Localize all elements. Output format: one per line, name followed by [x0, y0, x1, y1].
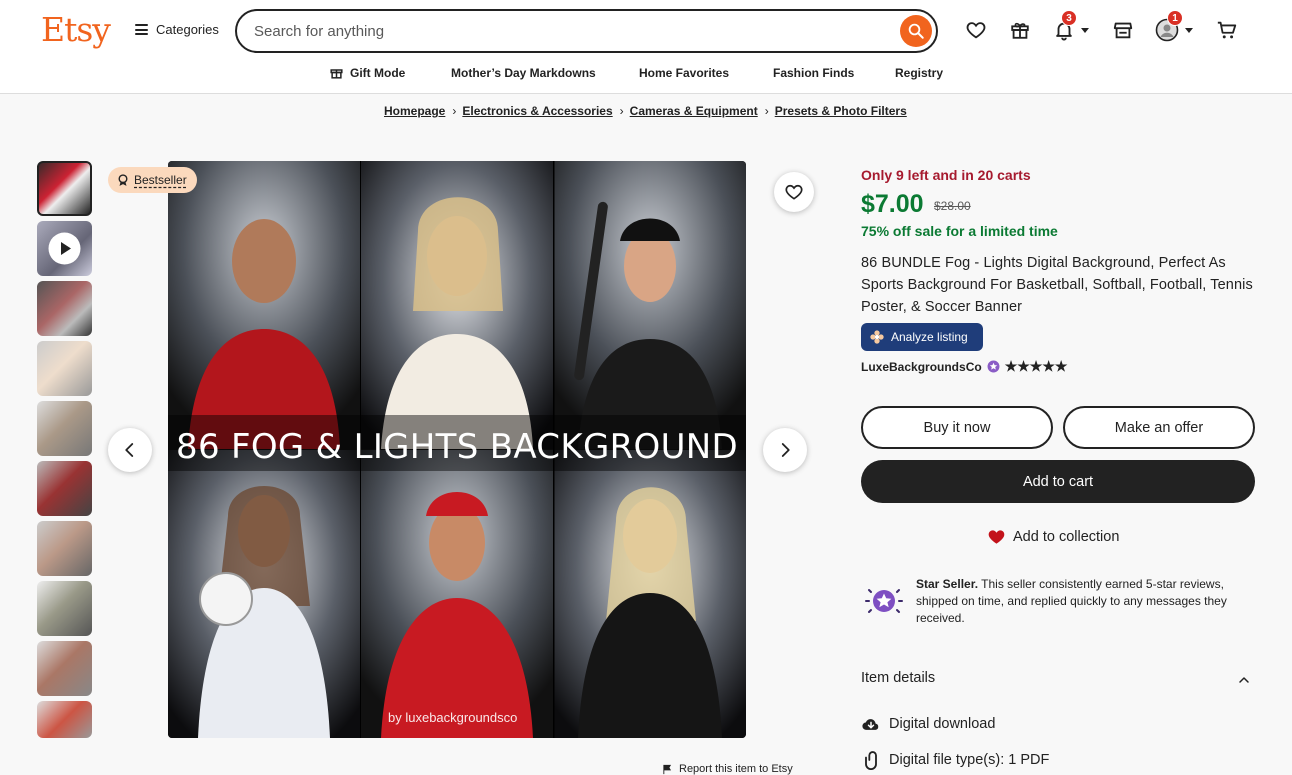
nav-home-favorites[interactable]: Home Favorites	[639, 66, 729, 80]
account-button[interactable]: 1	[1155, 10, 1183, 42]
buy-now-button[interactable]: Buy it now	[861, 406, 1053, 449]
cloud-download-icon	[862, 719, 879, 730]
digital-download-row: Digital download	[861, 714, 995, 734]
price: $7.00	[861, 190, 924, 218]
analyze-listing-button[interactable]: Analyze listing	[861, 323, 983, 351]
chevron-down-icon[interactable]	[1185, 28, 1193, 33]
add-to-collection-label: Add to collection	[1013, 528, 1120, 545]
chevron-right-icon	[781, 443, 790, 457]
favorites-button[interactable]	[964, 18, 988, 42]
chevron-left-icon	[125, 443, 134, 457]
gift-icon	[330, 69, 343, 79]
nav-gift-mode[interactable]: Gift Mode	[350, 66, 405, 80]
paperclip-icon	[865, 751, 877, 770]
chevron-right-icon: ›	[619, 104, 624, 118]
bestseller-badge[interactable]: Bestseller	[108, 167, 197, 193]
product-title: 86 BUNDLE Fog - Lights Digital Backgroun…	[861, 255, 1253, 315]
favorite-button[interactable]	[774, 172, 814, 212]
thumbnail-5[interactable]	[37, 401, 92, 456]
shop-name[interactable]: LuxeBackgroundsCo	[861, 360, 982, 374]
star-seller-text: Star Seller. This seller consistently ea…	[916, 576, 1261, 627]
thumbnail-6[interactable]	[37, 461, 92, 516]
report-link[interactable]: Report this item to Etsy	[662, 763, 793, 775]
stock-notice: Only 9 left and in 20 carts	[861, 167, 1031, 183]
store-icon	[1113, 22, 1133, 39]
rating-stars: ★★★★★	[1004, 358, 1068, 374]
gift-icon	[1011, 22, 1029, 39]
report-label: Report this item to Etsy	[679, 763, 793, 775]
chevron-down-icon[interactable]	[1081, 28, 1089, 33]
item-details-label: Item details	[861, 670, 936, 686]
digital-download-label: Digital download	[889, 716, 996, 732]
categories-label: Categories	[156, 22, 219, 37]
star-seller-icon	[987, 360, 1000, 373]
previous-image-button[interactable]	[108, 428, 152, 472]
etsy-logo[interactable]: Etsy	[41, 10, 111, 49]
search-icon	[908, 23, 924, 39]
add-to-cart-button[interactable]: Add to cart	[861, 460, 1255, 503]
thumbnail-10[interactable]	[37, 701, 92, 738]
nav-fashion-finds[interactable]: Fashion Finds	[773, 66, 854, 80]
categories-button[interactable]: Categories	[135, 22, 219, 37]
breadcrumb-cameras[interactable]: Cameras & Equipment	[630, 104, 758, 118]
sale-notice: 75% off sale for a limited time	[861, 223, 1058, 239]
next-image-button[interactable]	[763, 428, 807, 472]
heart-filled-icon	[988, 530, 1005, 544]
search-button[interactable]	[900, 15, 932, 47]
original-price: $28.00	[934, 199, 971, 213]
site-header: Etsy Categories 3 1 Gift Mode Mother’s D…	[0, 0, 1292, 94]
sub-navigation: Gift Mode Mother’s Day Markdowns Home Fa…	[0, 64, 1292, 82]
chevron-right-icon: ›	[764, 104, 769, 118]
flower-icon	[870, 330, 884, 344]
bestseller-label: Bestseller	[134, 173, 187, 187]
menu-icon	[135, 24, 148, 35]
breadcrumb-electronics[interactable]: Electronics & Accessories	[462, 104, 612, 118]
search-bar	[235, 9, 938, 53]
flag-icon	[663, 764, 672, 774]
play-icon	[48, 232, 81, 265]
image-watermark: by luxebackgroundsco	[388, 710, 518, 725]
thumbnail-7[interactable]	[37, 521, 92, 576]
award-icon	[118, 174, 128, 186]
analyze-listing-label: Analyze listing	[891, 330, 968, 344]
notifications-button[interactable]: 3	[1052, 10, 1077, 42]
thumbnail-4[interactable]	[37, 341, 92, 396]
thumbnail-9[interactable]	[37, 641, 92, 696]
account-badge: 1	[1167, 10, 1183, 26]
breadcrumb-homepage[interactable]: Homepage	[384, 104, 445, 118]
breadcrumb-presets[interactable]: Presets & Photo Filters	[775, 104, 907, 118]
shop-manager-button[interactable]	[1111, 18, 1135, 42]
item-details-header[interactable]: Item details	[861, 670, 1256, 686]
image-overlay-title: 86 FOG & LIGHTS BACKGROUND	[176, 427, 738, 467]
chevron-right-icon: ›	[452, 104, 457, 118]
heart-icon	[966, 22, 986, 39]
search-input[interactable]	[254, 21, 874, 41]
gift-mode-button[interactable]	[1008, 18, 1032, 42]
shop-info: LuxeBackgroundsCo ★★★★★	[861, 358, 1067, 375]
star-seller-title: Star Seller.	[916, 577, 979, 591]
chevron-up-icon	[1239, 677, 1249, 683]
thumbnail-1[interactable]	[37, 161, 92, 216]
cart-icon	[1217, 21, 1237, 39]
nav-mothers-day[interactable]: Mother’s Day Markdowns	[451, 66, 596, 80]
breadcrumb: Homepage › Electronics & Accessories › C…	[384, 104, 907, 118]
thumbnail-video[interactable]	[37, 221, 92, 276]
cart-button[interactable]	[1215, 18, 1239, 42]
add-to-collection-button[interactable]: Add to collection	[987, 527, 1119, 546]
heart-icon	[785, 184, 803, 200]
thumbnail-3[interactable]	[37, 281, 92, 336]
file-type-label: Digital file type(s): 1 PDF	[889, 752, 1050, 768]
main-product-image: 86 FOG & LIGHTS BACKGROUND by luxebackgr…	[168, 161, 746, 738]
notifications-badge: 3	[1061, 10, 1077, 26]
file-type-row: Digital file type(s): 1 PDF	[861, 750, 1049, 770]
thumbnail-8[interactable]	[37, 581, 92, 636]
make-offer-button[interactable]: Make an offer	[1063, 406, 1255, 449]
star-seller-badge-icon	[865, 589, 903, 613]
nav-registry[interactable]: Registry	[895, 66, 943, 80]
